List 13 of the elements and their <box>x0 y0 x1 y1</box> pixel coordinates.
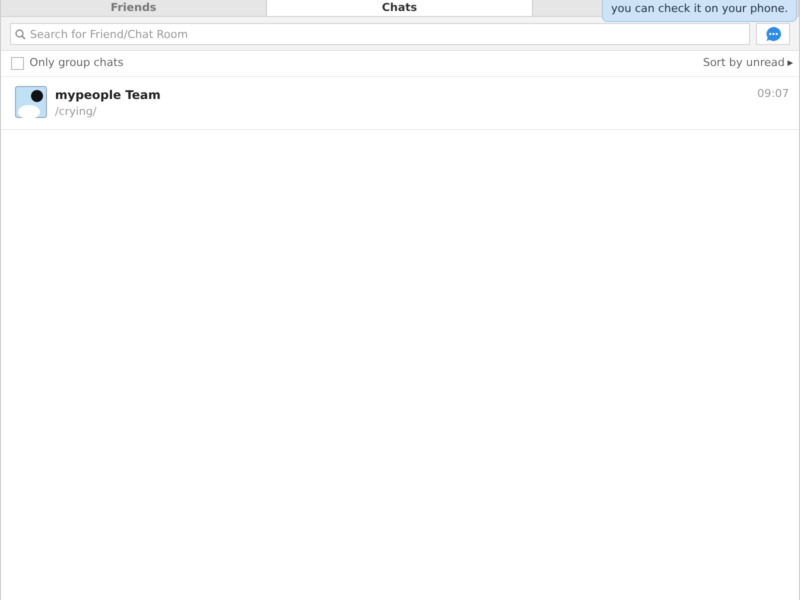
tooltip: you can check it on your phone. <box>602 0 797 22</box>
search-field[interactable]: Search for Friend/Chat Room <box>10 23 750 45</box>
last-message: /crying/ <box>55 104 98 120</box>
contact-name: mypeople Team <box>55 86 161 104</box>
arrow-icon: ▸ <box>787 55 793 72</box>
chat-row[interactable]: mypeople Team /crying/ 09:07 <box>1 76 799 130</box>
new-chat-button[interactable] <box>756 23 790 45</box>
tab[interactable]: Chats <box>267 0 533 16</box>
avatar <box>15 86 47 120</box>
sort-link[interactable]: Sort by unread ▸ <box>702 55 793 72</box>
chat-bubble-icon <box>764 26 782 42</box>
group-chats-checkbox[interactable]: Only group chats <box>11 55 124 72</box>
message-time: 09:07 <box>757 86 789 102</box>
